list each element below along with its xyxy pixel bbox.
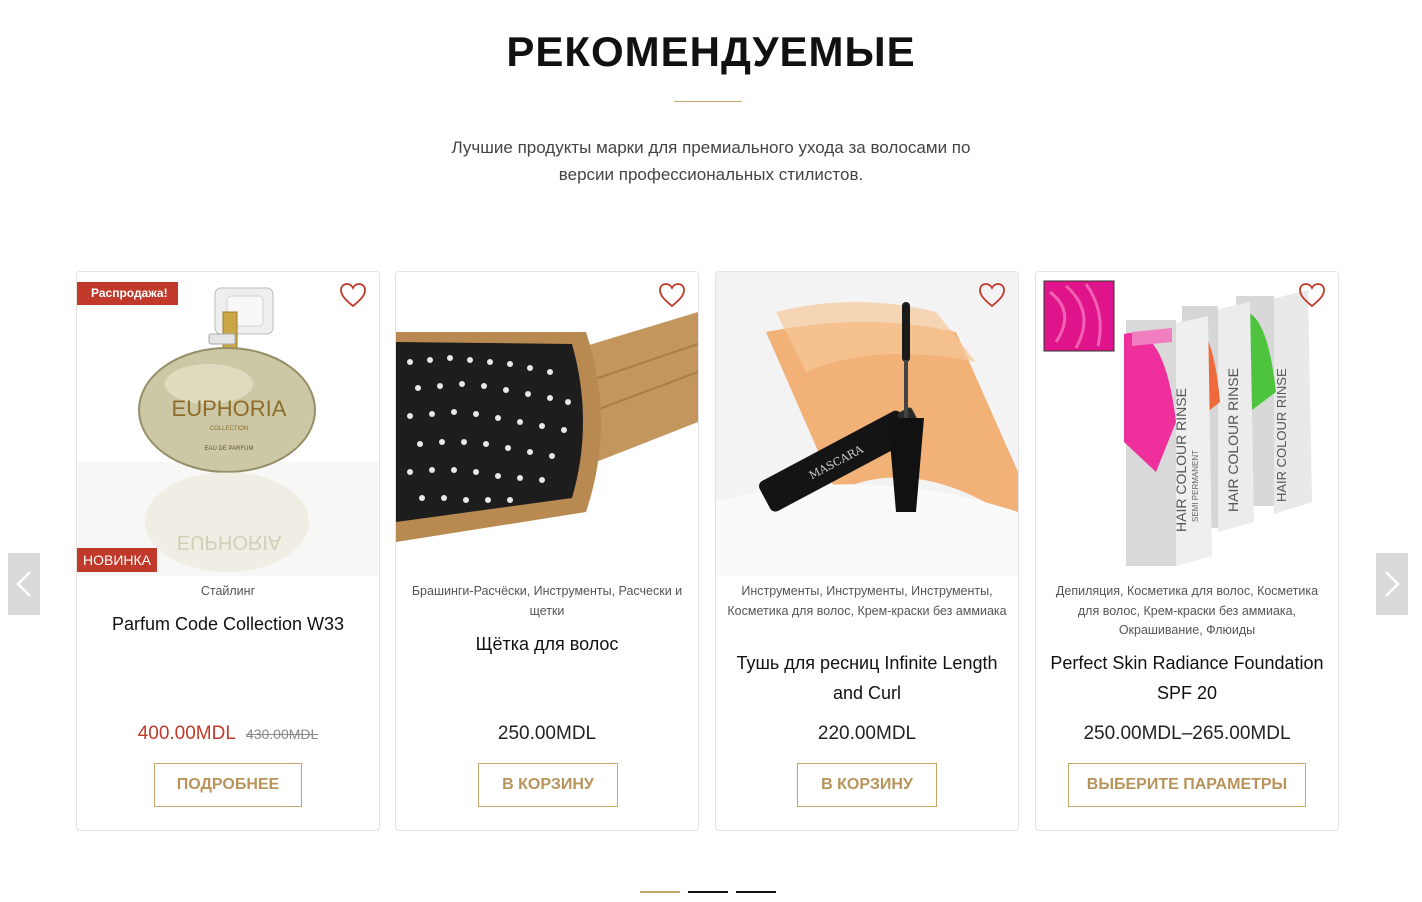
- heart-icon[interactable]: [978, 282, 1006, 308]
- title-divider: [674, 101, 742, 102]
- old-price: 430.00MDL: [245, 726, 319, 742]
- product-price: 250.00MDL: [497, 723, 597, 744]
- add-to-cart-button[interactable]: В КОРЗИНУ: [478, 763, 618, 807]
- product-name[interactable]: Parfum Code Collection W33: [87, 609, 369, 639]
- details-button[interactable]: ПОДРОБНЕЕ: [154, 763, 302, 807]
- product-categories[interactable]: Стайлинг: [85, 582, 371, 602]
- product-image-hair-colour[interactable]: HAIR COLOUR RINSE SEMI PERMANENT HAIR CO…: [1036, 272, 1338, 576]
- section-title: РЕКОМЕНДУЕМЫЕ: [506, 28, 916, 75]
- svg-text:HAIR COLOUR RINSE: HAIR COLOUR RINSE: [1225, 368, 1241, 512]
- svg-text:HAIR COLOUR RINSE: HAIR COLOUR RINSE: [1274, 368, 1289, 502]
- heart-icon[interactable]: [339, 282, 367, 308]
- add-to-cart-button[interactable]: В КОРЗИНУ: [797, 763, 937, 807]
- slider-dot-3[interactable]: [736, 891, 776, 893]
- product-image-mascara[interactable]: MASCARA: [716, 272, 1018, 576]
- product-categories[interactable]: Брашинги-Расчёски, Инструменты, Расчески…: [404, 582, 690, 621]
- sale-badge: Распродажа!: [77, 282, 178, 305]
- product-card[interactable]: EUPHORIA COLLECTION EAU DE PARFUM EUPHOR…: [76, 271, 380, 831]
- heart-icon[interactable]: [1298, 282, 1326, 308]
- select-options-button[interactable]: ВЫБЕРИТЕ ПАРАМЕТРЫ: [1068, 763, 1306, 807]
- box-text: HAIR COLOUR RINSE: [1173, 388, 1189, 532]
- product-name[interactable]: Тушь для ресниц Infinite Length and Curl: [726, 648, 1008, 708]
- slider-dot-1[interactable]: [640, 891, 680, 893]
- sale-price: 400.00MDL: [137, 723, 236, 744]
- product-categories[interactable]: Депиляция, Косметика для волос, Косметик…: [1044, 582, 1330, 641]
- product-card[interactable]: Брашинги-Расчёски, Инструменты, Расчески…: [395, 271, 699, 831]
- section-subtitle: Лучшие продукты марки для премиального у…: [411, 134, 1011, 188]
- new-badge: НОВИНКА: [77, 548, 158, 572]
- product-price: 250.00MDL–265.00MDL: [1083, 723, 1291, 744]
- box-subtext: SEMI PERMANENT: [1191, 450, 1200, 522]
- slider-prev-button[interactable]: [8, 553, 40, 615]
- bottle-subtext: COLLECTION: [210, 426, 248, 432]
- bottle-subtext-2: EAU DE PARFUM: [205, 446, 254, 452]
- chevron-right-icon: [1385, 571, 1400, 597]
- product-card[interactable]: HAIR COLOUR RINSE SEMI PERMANENT HAIR CO…: [1035, 271, 1339, 831]
- subtitle-line-1: Лучшие продукты марки для премиального у…: [451, 138, 971, 157]
- svg-text:EUPHORIA: EUPHORIA: [177, 531, 282, 553]
- product-categories[interactable]: Инструменты, Инструменты, Инструменты, К…: [724, 582, 1010, 621]
- slider-next-button[interactable]: [1376, 553, 1408, 615]
- bottle-brand-text: EUPHORIA: [172, 396, 287, 421]
- product-name[interactable]: Perfect Skin Radiance Foundation SPF 20: [1046, 648, 1328, 708]
- heart-icon[interactable]: [658, 282, 686, 308]
- product-card[interactable]: MASCARA Инструменты, Инструменты, Инстру…: [715, 271, 1019, 831]
- product-image-perfume[interactable]: EUPHORIA COLLECTION EAU DE PARFUM EUPHOR…: [77, 272, 379, 576]
- subtitle-line-2: версии профессиональных стилистов.: [558, 165, 864, 184]
- chevron-left-icon: [16, 571, 31, 597]
- slider-dot-2[interactable]: [688, 891, 728, 893]
- slider-pagination: [640, 891, 780, 895]
- product-image-brush[interactable]: [396, 272, 698, 576]
- product-name[interactable]: Щётка для волос: [406, 629, 688, 659]
- product-price: 220.00MDL: [817, 723, 917, 744]
- product-price: 400.00MDL 430.00MDL: [77, 723, 379, 745]
